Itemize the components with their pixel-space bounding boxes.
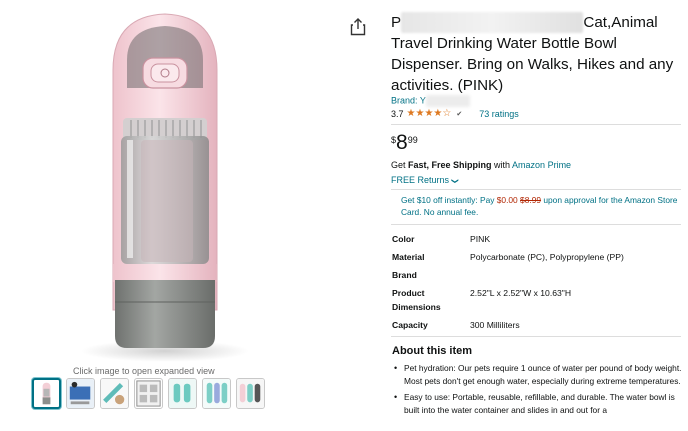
main-product-image[interactable]: [60, 10, 330, 365]
thumbnail-3[interactable]: [100, 378, 129, 409]
about-bullets: Pet hydration: Our pets require 1 ounce …: [392, 362, 684, 420]
thumbnail-7[interactable]: [236, 378, 265, 409]
product-title: PxxxxxxxxxxxxxxxxxxxxxxxxCat,Animal Trav…: [391, 12, 681, 96]
rating-value: 3.7: [391, 108, 404, 119]
brand-prefix: Brand: Y: [391, 95, 426, 106]
brand-redacted: [425, 95, 470, 107]
thumbnail-strip: [32, 378, 265, 409]
ratings-count-link[interactable]: 73 ratings: [479, 109, 519, 119]
star-rating-icon[interactable]: ★★★★☆: [407, 108, 452, 119]
spec-value: Polycarbonate (PC), Polypropylene (PP): [470, 252, 624, 262]
thumbnail-6[interactable]: [202, 378, 231, 409]
chevron-down-icon: ❯: [450, 178, 458, 184]
spec-key: Color: [392, 234, 415, 244]
returns-label: FREE Returns: [391, 175, 450, 185]
shipping-info: Get Fast, Free Shipping with Amazon Prim…: [391, 160, 571, 170]
shipping-pre: Get: [391, 160, 409, 170]
prime-link[interactable]: Amazon Prime: [512, 160, 571, 170]
price-whole: 8: [396, 131, 408, 154]
divider: [391, 224, 681, 225]
title-mid: Cat,Animal: [583, 14, 658, 31]
divider: [391, 336, 681, 337]
spec-key: Product Dimensions: [392, 288, 441, 312]
spec-key: Brand: [392, 270, 417, 280]
promo-price: $0.00: [496, 195, 518, 205]
about-bullet: Pet hydration: Our pets require 1 ounce …: [392, 362, 684, 387]
store-card-promo[interactable]: Get $10 off instantly: Pay $0.00 $8.99 u…: [401, 194, 681, 218]
divider: [391, 189, 681, 190]
spec-key: Capacity: [392, 320, 428, 330]
about-title: About this item: [392, 345, 473, 357]
water-bottle-image: [112, 13, 218, 348]
thumbnail-1[interactable]: [32, 378, 61, 409]
thumbnail-2[interactable]: [66, 378, 95, 409]
about-bullet: Easy to use: Portable, reusable, refilla…: [392, 391, 684, 416]
promo-pre: Get $10 off instantly: Pay: [401, 195, 497, 205]
price-fraction: 99: [407, 135, 418, 145]
spec-key: Material: [392, 252, 425, 262]
spec-value: PINK: [470, 234, 491, 244]
rating-row: 3.7 ★★★★☆ ✔ 73 ratings: [391, 108, 519, 119]
promo-old-price: $8.99: [520, 195, 542, 205]
shipping-mid: with: [491, 160, 513, 170]
divider: [391, 124, 681, 125]
spec-value: 2.52"L x 2.52"W x 10.63"H: [470, 288, 572, 298]
thumbnail-4[interactable]: [134, 378, 163, 409]
title-redacted: xxxxxxxxxxxxxxxxxxxxxxxx: [401, 12, 584, 33]
shipping-bold: Fast, Free Shipping: [408, 160, 492, 170]
spec-value: 300 Milliliters: [470, 320, 520, 330]
title-rest: Travel Drinking Water Bottle Bowl Dispen…: [391, 35, 674, 94]
title-start: P: [391, 14, 402, 31]
share-icon[interactable]: [350, 18, 366, 36]
free-returns-link[interactable]: FREE Returns ❯: [391, 175, 457, 185]
thumbnail-5[interactable]: [168, 378, 197, 409]
price: $ 8 99: [391, 132, 418, 154]
brand-link[interactable]: Brand: Y: [391, 95, 470, 107]
chevron-down-icon[interactable]: ✔: [456, 110, 462, 118]
expand-hint: Click image to open expanded view: [73, 366, 215, 376]
